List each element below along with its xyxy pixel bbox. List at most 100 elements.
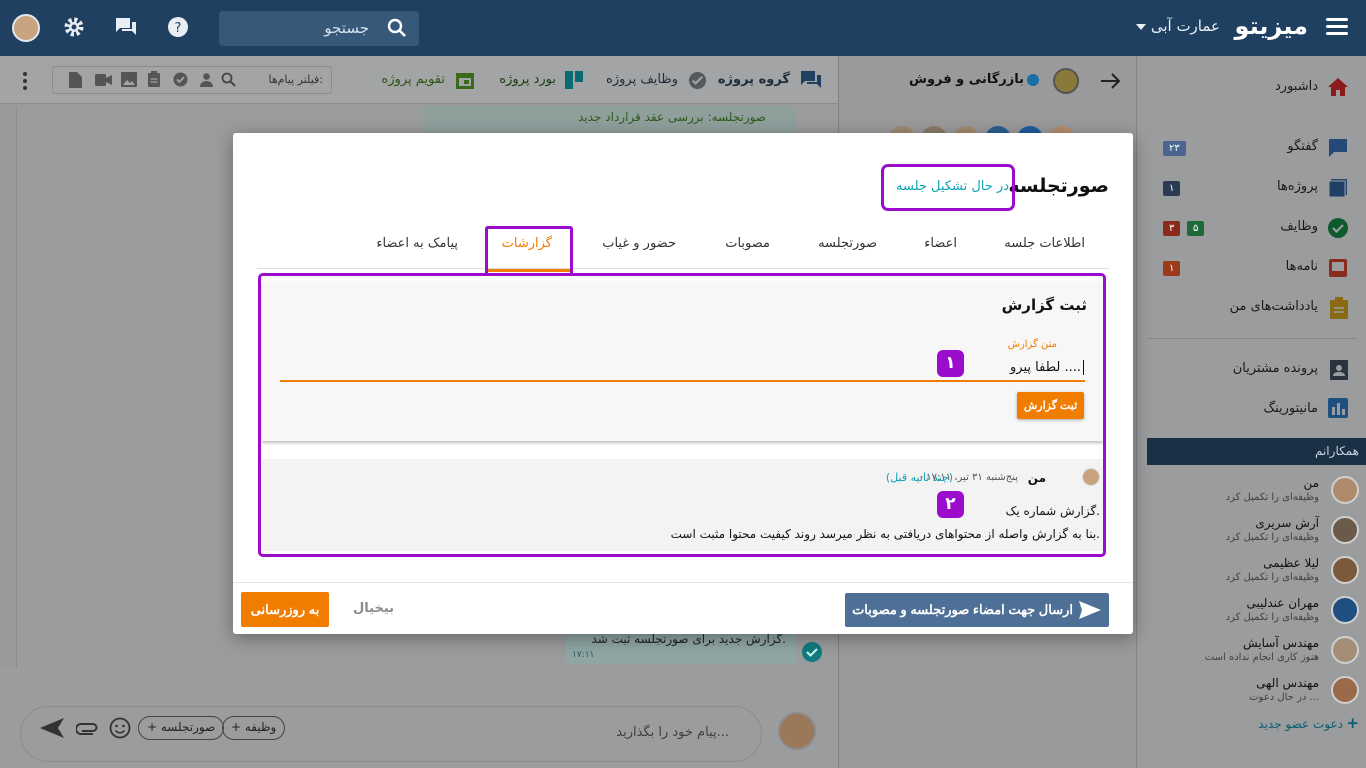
gear-icon[interactable] xyxy=(62,15,86,39)
colleague-status: هنوز کاری انجام نداده است xyxy=(1204,652,1319,663)
letters-count-badge: ۱ xyxy=(1163,261,1181,276)
colleague-name: مهران عندلیبی xyxy=(1246,596,1319,610)
send-button-label: ارسال جهت امضاء صورتجلسه و مصوبات xyxy=(852,602,1073,617)
attachment-icon[interactable] xyxy=(76,720,98,736)
more-vertical-icon[interactable] xyxy=(22,72,28,90)
tab-minutes[interactable]: صورتجلسه xyxy=(818,236,877,251)
image-icon[interactable] xyxy=(121,72,137,87)
sidebar-item-monitoring[interactable]: مانیتورینگ xyxy=(1263,401,1318,416)
svg-text:?: ? xyxy=(175,21,182,36)
task-check-icon xyxy=(688,71,707,90)
monitoring-icon xyxy=(1328,398,1348,418)
search-icon[interactable] xyxy=(221,72,236,87)
search-icon xyxy=(387,18,406,37)
colleague-item[interactable]: من وظیفه‌ای را تکمیل کرد xyxy=(1137,470,1366,510)
avatar xyxy=(1331,476,1359,504)
modal-title: صورتجلسه xyxy=(1008,175,1109,197)
composer-avatar xyxy=(778,712,816,750)
message-text: صورتجلسه: بررسی عقد قرارداد جدید xyxy=(578,110,766,124)
chevron-down-icon[interactable] xyxy=(1136,24,1146,30)
colleague-item[interactable]: لیلا عظیمی وظیفه‌ای را تکمیل کرد xyxy=(1137,550,1366,590)
colleague-item[interactable]: مهران عندلیبی وظیفه‌ای را تکمیل کرد xyxy=(1137,590,1366,630)
add-task-chip[interactable]: + وظیفه xyxy=(222,716,286,740)
chat-toolbar: گروه پروژه وظایف پروژه بورد پروژه تقویم … xyxy=(0,56,838,104)
letters-icon xyxy=(1329,259,1347,277)
person-icon[interactable] xyxy=(199,72,214,87)
tab-project-tasks[interactable]: وظایف پروژه xyxy=(606,72,678,87)
calendar-icon xyxy=(456,73,474,89)
user-avatar[interactable] xyxy=(12,14,40,42)
sidebar-item-projects[interactable]: پروژه‌ها xyxy=(1277,179,1318,194)
minutes-modal: صورتجلسه در حال تشکیل جلسه اطلاعات جلسه … xyxy=(233,133,1133,634)
tasks-overdue-badge: ۳ xyxy=(1163,221,1181,236)
cancel-button[interactable]: بیخیال xyxy=(353,601,394,616)
tab-meeting-info[interactable]: اطلاعات جلسه xyxy=(1004,236,1085,251)
send-icon[interactable] xyxy=(40,717,64,739)
colleague-status: وظیفه‌ای را تکمیل کرد xyxy=(1225,532,1319,543)
tab-members[interactable]: اعضاء xyxy=(924,236,957,251)
chat-scrollbar[interactable] xyxy=(0,106,17,668)
help-icon[interactable]: ? xyxy=(166,15,190,39)
sidebar: داشبورد گفتگو ۲۳ پروژه‌ها ۱ وظایف ۵ ۳ نا… xyxy=(1136,56,1366,768)
tasks-done-badge: ۵ xyxy=(1187,221,1205,236)
video-icon[interactable] xyxy=(95,74,112,86)
filter-label: فیلتر پیام‌ها: xyxy=(268,73,323,86)
clipboard-icon[interactable] xyxy=(147,71,161,88)
emoji-icon[interactable] xyxy=(109,717,131,739)
colleague-name: مهندس الهی xyxy=(1256,676,1319,690)
reports-highlight-box xyxy=(258,273,1106,557)
tab-project-board[interactable]: بورد پروژه xyxy=(499,72,556,87)
hamburger-menu-icon[interactable] xyxy=(1326,18,1348,36)
project-name: بازرگانی و فروش xyxy=(909,72,1024,87)
colleague-item[interactable]: مهندس آسایش هنوز کاری انجام نداده است xyxy=(1137,630,1366,670)
search-box[interactable]: جستجو xyxy=(219,11,419,46)
tab-resolutions[interactable]: مصوبات xyxy=(725,236,770,251)
colleague-status: در حال دعوت ... xyxy=(1249,692,1319,703)
message-filter[interactable]: فیلتر پیام‌ها: xyxy=(52,66,332,94)
colleague-item[interactable]: آرش سریری وظیفه‌ای را تکمیل کرد xyxy=(1137,510,1366,550)
task-check-icon xyxy=(1328,218,1348,238)
colleagues-header: همکارانم xyxy=(1147,438,1366,465)
update-button[interactable]: به روزرسانی xyxy=(241,592,329,627)
active-tab-highlight xyxy=(485,226,573,273)
tab-divider xyxy=(257,268,1109,269)
colleagues-header-label: همکارانم xyxy=(1314,444,1359,458)
message-composer[interactable]: پیام خود را بگذارید... xyxy=(20,706,762,762)
active-tab-indicator xyxy=(488,269,570,272)
invite-member-link[interactable]: + دعوت عضو جدید xyxy=(1237,714,1359,734)
tab-sms-members[interactable]: پیامک به اعضاء xyxy=(376,236,458,251)
send-icon xyxy=(1079,601,1101,619)
sidebar-item-my-notes[interactable]: یادداشت‌های من xyxy=(1230,299,1318,314)
colleague-status: وظیفه‌ای را تکمیل کرد xyxy=(1225,572,1319,583)
footer-divider xyxy=(233,582,1133,583)
message-time: ۱۷:۱۱ xyxy=(572,650,595,660)
plus-icon: + xyxy=(1346,714,1359,732)
sidebar-item-customers[interactable]: پرونده مشتریان xyxy=(1233,361,1318,376)
project-logo xyxy=(1053,68,1079,94)
colleague-name: لیلا عظیمی xyxy=(1263,556,1319,570)
sidebar-item-dashboard[interactable]: داشبورد xyxy=(1275,79,1318,94)
sidebar-item-tasks[interactable]: وظایف xyxy=(1280,219,1318,234)
message-text: گزارش جدید برای صورتجلسه ثبت شد. xyxy=(591,632,786,646)
add-minutes-chip[interactable]: + صورتجلسه xyxy=(138,716,225,740)
tab-project-calendar[interactable]: تقویم پروژه xyxy=(382,72,445,87)
sidebar-item-chat[interactable]: گفتگو xyxy=(1287,139,1318,154)
tab-attendance[interactable]: حضور و غیاب xyxy=(602,236,676,251)
avatar xyxy=(1331,636,1359,664)
app-logo: میزیتو xyxy=(1234,12,1308,40)
chat-bubbles-icon[interactable] xyxy=(114,15,138,39)
check-circle-icon[interactable] xyxy=(173,72,188,87)
send-for-signature-button[interactable]: ارسال جهت امضاء صورتجلسه و مصوبات xyxy=(845,593,1109,627)
organization-selector[interactable]: عمارت آبی xyxy=(1151,17,1220,35)
top-bar: میزیتو عمارت آبی جستجو ? xyxy=(0,0,1366,56)
tab-project-group[interactable]: گروه پروژه xyxy=(718,72,790,87)
avatar xyxy=(1331,596,1359,624)
projects-count-badge: ۱ xyxy=(1163,181,1181,196)
message-input[interactable]: پیام خود را بگذارید... xyxy=(616,725,729,740)
search-input[interactable]: جستجو xyxy=(324,19,369,37)
read-check-icon xyxy=(802,642,822,662)
arrow-right-icon[interactable] xyxy=(1101,73,1121,89)
colleague-item[interactable]: مهندس الهی در حال دعوت ... xyxy=(1137,670,1366,710)
sidebar-item-letters[interactable]: نامه‌ها xyxy=(1286,259,1318,274)
file-icon[interactable] xyxy=(69,72,82,88)
